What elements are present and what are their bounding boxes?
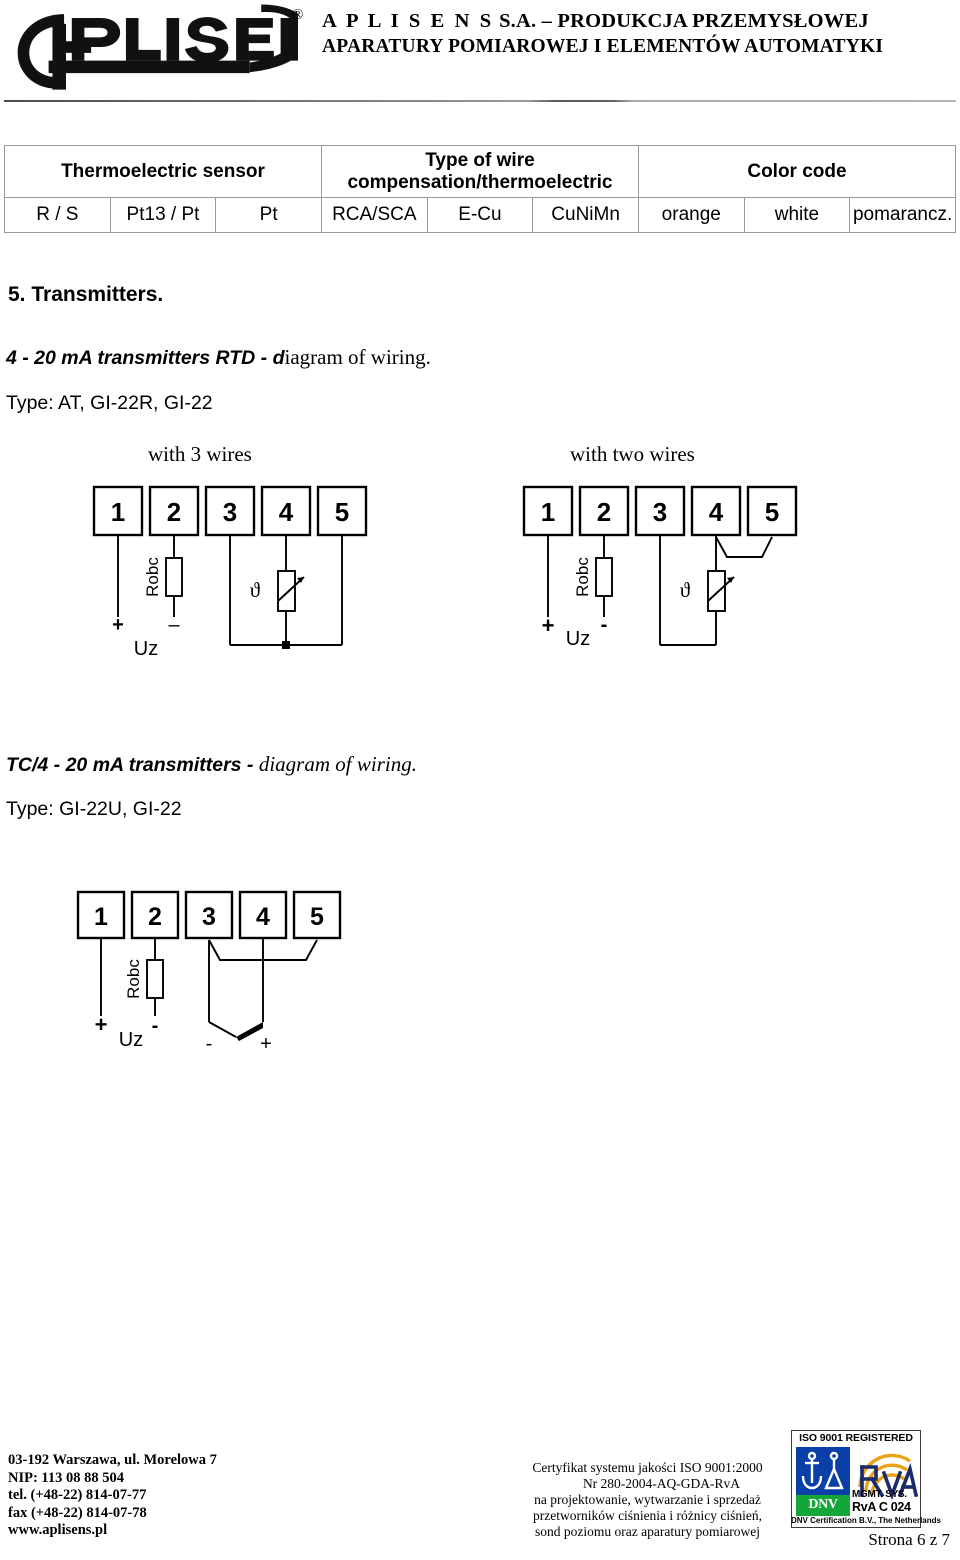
caption-with-two-wires: with two wires [570, 442, 695, 466]
terminal-label-4: 4 [709, 497, 724, 527]
cell-color-pomarancz: pomarancz. [849, 197, 956, 233]
terminal-label-5: 5 [310, 903, 324, 931]
cert-line-3: na projektowanie, wytwarzanie i sprzedaż [534, 1492, 761, 1507]
cert-line-5: sond poziomu oraz aparatury pomiarowej [535, 1524, 760, 1539]
rtd-subtitle-serif: iagram of wiring. [284, 345, 431, 369]
tc-polarity-minus: - [206, 1033, 213, 1055]
badge-title: ISO 9001 REGISTERED [799, 1432, 913, 1444]
terminal-label-3: 3 [653, 497, 667, 527]
load-resistor-label: Robc [143, 557, 162, 597]
supply-voltage-label: Uz [119, 1029, 143, 1051]
polarity-plus-supply: + [95, 1012, 108, 1037]
header-thermoelectric-sensor: Thermoelectric sensor [4, 145, 322, 198]
terminal-label-5: 5 [765, 497, 779, 527]
supply-voltage-label: Uz [134, 638, 158, 660]
company-name-line-2: APARATURY POMIAROWEJ I ELEMENTÓW AUTOMAT… [322, 36, 884, 57]
table-row: R / S Pt13 / Pt Pt RCA/SCA E-Cu CuNiMn o… [4, 197, 956, 233]
page-header: ® A P L I S E N S S.A. – PRODUKCJA PRZEM… [0, 0, 960, 105]
cell-wire-rcasca: RCA/SCA [320, 197, 428, 233]
supply-voltage-label: Uz [566, 628, 590, 650]
footer-address-line-4: fax (+48-22) 814-07-78 [8, 1504, 147, 1521]
footer-address-line-2: NIP: 113 08 88 504 [8, 1469, 124, 1486]
wiring-diagram-thermocouple: 1 2 3 4 5 Robc + - Uz - + [76, 890, 366, 1070]
footer-certificate-text: Certyfikat systemu jakości ISO 9001:2000… [505, 1460, 790, 1540]
tc-subtitle-serif: diagram of wiring. [258, 752, 417, 776]
table-header-row: Thermoelectric sensor Type of wire compe… [4, 145, 957, 198]
header-color-code: Color code [637, 145, 957, 198]
company-name-line-1: A P L I S E N S S.A. – PRODUKCJA PRZEMYS… [322, 8, 958, 34]
cell-sensor-pt: Pt [215, 197, 322, 233]
tc-type-list: Type: GI-22U, GI-22 [6, 798, 182, 820]
cell-sensor-pt13pt: Pt13 / Pt [109, 197, 217, 233]
header-type-of-wire-line2: compensation/thermoelectric [347, 171, 613, 193]
dnv-anchor-logo [796, 1447, 850, 1495]
terminal-label-1: 1 [541, 497, 555, 527]
theta-symbol: ϑ [680, 578, 691, 602]
polarity-minus: – [168, 614, 180, 636]
rtd-type-list: Type: AT, GI-22R, GI-22 [6, 392, 213, 414]
load-resistor-label: Robc [573, 557, 592, 597]
cell-sensor-rs: R / S [4, 197, 111, 233]
terminal-label-2: 2 [148, 903, 162, 931]
polarity-minus-supply: - [152, 1015, 159, 1037]
rtd-subtitle: 4 - 20 mA transmitters RTD - diagram of … [6, 345, 431, 370]
terminal-label-3: 3 [202, 903, 216, 931]
iso-certification-badge: ISO 9001 REGISTERED DNV MGMT. SYS. RvA C… [791, 1430, 921, 1528]
tc-polarity-plus: + [260, 1033, 272, 1055]
header-divider [4, 100, 956, 102]
polarity-plus: + [112, 614, 124, 636]
cell-color-white: white [743, 197, 851, 233]
footer-address-line-1: 03-192 Warszawa, ul. Morelowa 7 [8, 1452, 217, 1468]
cell-wire-cunimn: CuNiMn [532, 197, 639, 233]
tc-subtitle-sans: TC/4 - 20 mA transmitters - [6, 754, 259, 776]
junction-dot [282, 641, 290, 649]
section-title-transmitters: 5. Transmitters. [8, 283, 164, 306]
cert-line-4: przetworników ciśnienia i różnicy ciśnie… [532, 1508, 763, 1523]
thermoelectric-sensor-table: Thermoelectric sensor Type of wire compe… [4, 145, 957, 233]
company-name-aplisens: A P L I S E N S [322, 10, 494, 32]
wiring-diagram-two-wires: 1 2 3 4 5 Robc ϑ + - Uz [522, 485, 812, 670]
cert-line-1: Certyfikat systemu jakości ISO 9001:2000 [532, 1460, 763, 1475]
badge-rva-code: RvA C 024 [852, 1500, 911, 1514]
theta-symbol: ϑ [250, 578, 261, 602]
footer-address-line-3: tel. (+48-22) 814-07-77 [8, 1487, 147, 1503]
footer-address-block: 03-192 Warszawa, ul. Morelowa 7 NIP: 113… [8, 1452, 217, 1540]
company-name-block: A P L I S E N S S.A. – PRODUKCJA PRZEMYS… [322, 8, 958, 59]
rtd-subtitle-sans: 4 - 20 mA transmitters RTD - d [6, 347, 285, 369]
header-type-of-wire-line1: Type of wire [425, 149, 535, 171]
cell-color-orange: orange [637, 197, 745, 233]
thermocouple-junction [236, 1022, 263, 1041]
dnv-wordmark: DNV [808, 1497, 838, 1512]
tc-subtitle: TC/4 - 20 mA transmitters - diagram of w… [6, 752, 417, 777]
cell-wire-ecu: E-Cu [426, 197, 534, 233]
terminal-label-3: 3 [223, 497, 237, 527]
terminal-label-1: 1 [111, 497, 125, 527]
badge-bottom-caption: DNV Certification B.V., The Netherlands [791, 1516, 941, 1525]
aplisens-logo [8, 4, 310, 92]
cert-line-2: Nr 280-2004-AQ-GDA-RvA [582, 1476, 741, 1491]
caption-with-3-wires: with 3 wires [148, 442, 252, 466]
terminal-label-4: 4 [256, 903, 270, 931]
load-resistor-label: Robc [124, 959, 143, 999]
terminal-label-5: 5 [335, 497, 349, 527]
polarity-minus: - [601, 614, 608, 636]
terminal-label-2: 2 [597, 497, 611, 527]
header-type-of-wire: Type of wire compensation/thermoelectric [320, 145, 639, 198]
page-number: Strona 6 z 7 [868, 1530, 950, 1549]
badge-mgmt-sys-text: MGMT. SYS. [852, 1489, 907, 1500]
registered-mark: ® [292, 7, 304, 23]
footer-website-link[interactable]: www.aplisens.pl [8, 1522, 217, 1540]
company-name-suffix: S.A. – PRODUKCJA PRZEMYSŁOWEJ [493, 10, 869, 32]
polarity-plus: + [542, 613, 555, 638]
terminal-label-2: 2 [167, 497, 181, 527]
wiring-diagram-3-wires: 1 2 3 4 5 Robc ϑ + – Uz [92, 485, 382, 670]
terminal-label-1: 1 [94, 903, 108, 931]
terminal-label-4: 4 [279, 497, 294, 527]
